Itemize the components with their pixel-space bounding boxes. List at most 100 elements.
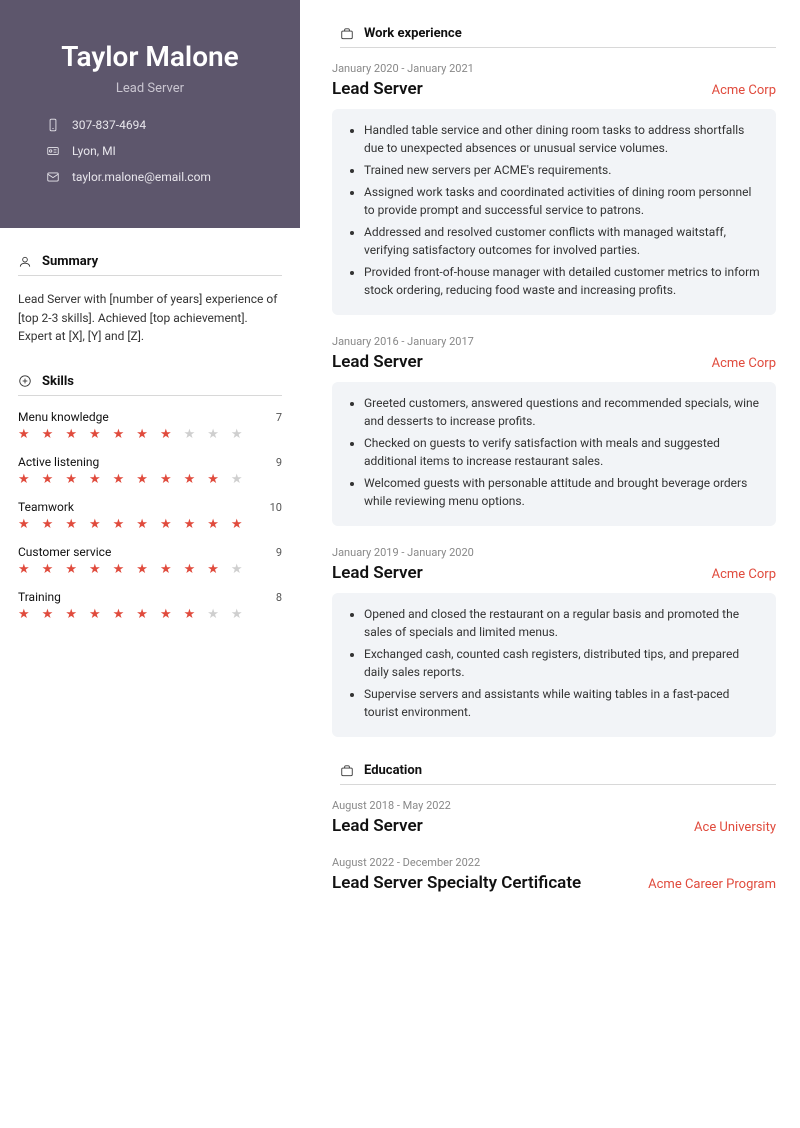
bullet-item: Handled table service and other dining r… [364,121,760,157]
contact-phone: 307-837-4694 [46,118,276,132]
experience-entry: January 2016 - January 2017Lead ServerAc… [332,335,776,526]
contact-location-text: Lyon, MI [72,144,116,158]
star-icon: ★ [231,563,243,576]
plus-circle-icon [18,374,32,388]
header-block: Taylor Malone Lead Server 307-837-4694 L… [0,0,300,228]
email-icon [46,170,60,184]
star-icon: ★ [113,563,125,576]
star-icon: ★ [160,428,172,441]
summary-text: Lead Server with [number of years] exper… [18,290,282,346]
bullet-item: Trained new servers per ACME's requireme… [364,161,760,179]
entry-org: Ace University [694,820,776,835]
star-icon: ★ [65,428,77,441]
bullet-item: Assigned work tasks and coordinated acti… [364,183,760,219]
entry-org: Acme Corp [712,567,776,582]
star-icon: ★ [184,473,196,486]
star-icon: ★ [184,563,196,576]
contact-location: Lyon, MI [46,144,276,158]
skill-score: 10 [270,501,282,514]
star-icon: ★ [136,563,148,576]
star-icon: ★ [65,563,77,576]
work-heading: Work experience [340,26,776,48]
bullet-box: Handled table service and other dining r… [332,109,776,315]
star-icon: ★ [113,518,125,531]
skill-name: Menu knowledge [18,410,109,424]
star-icon: ★ [42,518,54,531]
bullet-item: Welcomed guests with personable attitude… [364,474,760,510]
star-icon: ★ [207,518,219,531]
entry-title: Lead Server Specialty Certificate [332,873,581,893]
contact-email: taylor.malone@email.com [46,170,276,184]
star-icon: ★ [231,473,243,486]
star-icon: ★ [160,473,172,486]
star-icon: ★ [18,563,30,576]
entry-title: Lead Server [332,79,423,99]
star-icon: ★ [136,428,148,441]
star-icon: ★ [89,563,101,576]
star-icon: ★ [231,428,243,441]
skill-score: 8 [276,591,282,604]
skill-item: Menu knowledge7★★★★★★★★★★ [18,410,282,441]
entry-dates: August 2022 - December 2022 [332,856,776,869]
bullet-item: Greeted customers, answered questions an… [364,394,760,430]
bullet-item: Supervise servers and assistants while w… [364,685,760,721]
star-icon: ★ [207,563,219,576]
skill-item: Training8★★★★★★★★★★ [18,590,282,621]
contact-phone-text: 307-837-4694 [72,118,146,132]
star-icon: ★ [160,563,172,576]
experience-entry: January 2019 - January 2020 Lead Server Ac… [332,546,776,737]
star-icon: ★ [42,563,54,576]
star-icon: ★ [89,428,101,441]
skill-name: Customer service [18,545,111,559]
entry-title: Lead Server [332,563,423,583]
entry-dates: January 2019 - January 2020 [332,546,776,559]
star-icon: ★ [18,608,30,621]
star-icon: ★ [65,608,77,621]
person-title: Lead Server [24,81,276,96]
star-icon: ★ [184,608,196,621]
briefcase-icon [340,764,354,778]
skill-stars: ★★★★★★★★★★ [18,608,282,621]
bullet-item: Provided front-of-house manager with det… [364,263,760,299]
star-icon: ★ [113,608,125,621]
bullet-item: Opened and closed the restaurant on a re… [364,605,760,641]
education-heading: Education [340,763,776,785]
star-icon: ★ [113,473,125,486]
star-icon: ★ [160,518,172,531]
star-icon: ★ [136,518,148,531]
skill-stars: ★ ★ ★ ★ ★ ★ ★ ★ ★ ★ [18,563,282,576]
skill-item: Active listening9★★★★★★★★★★ [18,455,282,486]
entry-dates: January 2016 - January 2017 [332,335,776,348]
bullet-box: Opened and closed the restaurant on a re… [332,593,776,737]
star-icon: ★ [18,473,30,486]
star-icon: ★ [136,608,148,621]
phone-icon [46,118,60,132]
contact-email-text: taylor.malone@email.com [72,170,211,184]
star-icon: ★ [136,473,148,486]
skill-item: Customer service9★★★★★★★★★★ [18,545,282,576]
education-label: Education [364,763,422,778]
skill-item: Teamwork10★★★★★★★★★★ [18,500,282,531]
star-icon: ★ [231,608,243,621]
star-icon: ★ [42,608,54,621]
bullet-box: Greeted customers, answered questions an… [332,382,776,526]
skill-stars: ★★★★★★★★★★ [18,473,282,486]
entry-org: Acme Corp [712,83,776,98]
entry-dates: August 2018 - May 2022 [332,799,776,812]
star-icon: ★ [89,473,101,486]
bullet-item: Checked on guests to verify satisfaction… [364,434,760,470]
person-icon [18,255,32,269]
person-name: Taylor Malone [24,40,276,73]
star-icon: ★ [207,608,219,621]
work-label: Work experience [364,26,462,41]
star-icon: ★ [89,608,101,621]
skills-label: Skills [42,374,74,389]
skill-score: 9 [276,456,282,469]
education-entry: August 2018 - May 2022Lead ServerAce Uni… [332,799,776,836]
skill-stars: ★★★★★★★★★★ [18,428,282,441]
star-icon: ★ [65,473,77,486]
bullet-item: Addressed and resolved customer conflict… [364,223,760,259]
skills-heading: Skills [18,374,282,396]
summary-label: Summary [42,254,98,269]
skill-stars: ★★★★★★★★★★ [18,518,282,531]
